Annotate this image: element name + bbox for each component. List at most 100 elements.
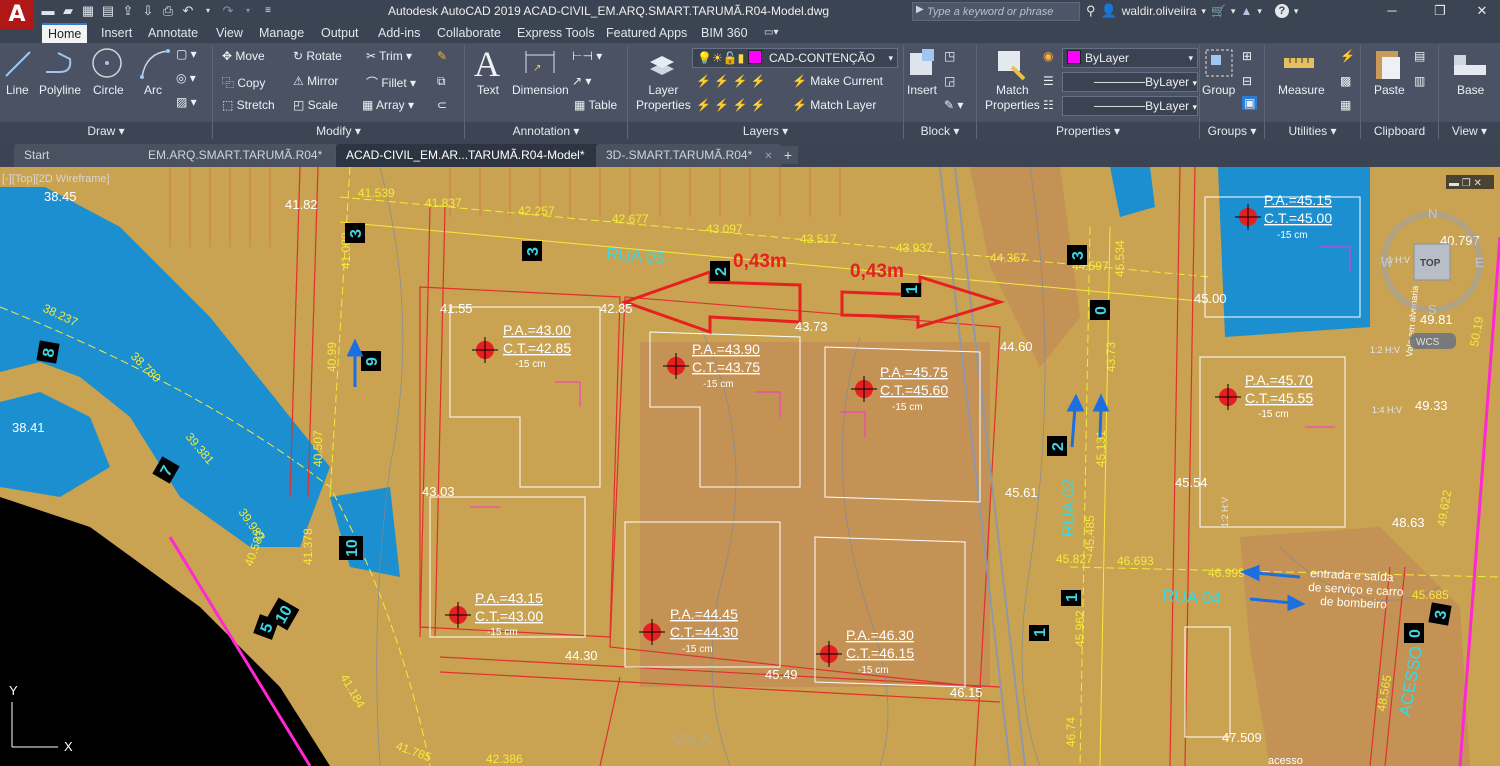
groups-panel-title[interactable]: Groups ▾ [1200, 122, 1264, 140]
rotate-button[interactable]: ↻ Rotate [293, 49, 342, 63]
doc-tab-acad-civil[interactable]: ACAD-CIVIL_EM.AR...TARUMÃ.R04-Model*✕ [336, 144, 605, 167]
gradient-icon[interactable]: ▨ ▾ [176, 95, 197, 109]
trim-button[interactable]: ✂ Trim ▾ [366, 49, 412, 63]
close-button[interactable]: ✕ [1460, 0, 1500, 23]
copy-clip-icon[interactable]: ▤ [1414, 49, 1425, 63]
tab-home[interactable]: Home [42, 23, 88, 43]
help-icon[interactable]: ? [1274, 4, 1289, 18]
base-view-icon[interactable] [1452, 53, 1488, 77]
line-icon[interactable] [3, 47, 33, 79]
quick-select-icon[interactable]: ⚡ [1340, 49, 1355, 63]
doc-tab-3d[interactable]: 3D-.SMART.TARUMÃ.R04* ✕ [596, 144, 781, 167]
utilities-panel-title[interactable]: Utilities ▾ [1265, 122, 1360, 140]
group-button[interactable]: Group [1202, 83, 1235, 97]
tab-add-ins[interactable]: Add-ins [378, 23, 420, 43]
help-dropdown-icon[interactable]: ▾ [1294, 6, 1299, 17]
search-box[interactable]: ▶ [912, 2, 1080, 21]
insert-block-icon[interactable] [906, 47, 938, 79]
wcs-menu[interactable]: WCS [1416, 337, 1440, 348]
properties-panel-title[interactable]: Properties ▾ [977, 122, 1199, 140]
edit-block-icon[interactable]: ◲ [944, 74, 955, 88]
tab-view[interactable]: View [216, 23, 243, 43]
dimension-button[interactable]: Dimension [512, 83, 569, 97]
lineweight-dropdown[interactable]: ──────ByLayer ▾ [1062, 96, 1198, 116]
layer-properties-icon[interactable] [646, 49, 678, 79]
line-button[interactable]: Line [6, 83, 29, 97]
ungroup-icon[interactable]: ⊞ [1242, 49, 1252, 63]
match-properties-button[interactable]: Match Properties [985, 83, 1040, 113]
explode-icon[interactable]: ⧉ [437, 74, 446, 89]
tab-featured-apps[interactable]: Featured Apps [606, 23, 687, 43]
measure-button[interactable]: Measure [1278, 83, 1325, 97]
a360-icon[interactable]: ▲ [1240, 4, 1252, 18]
tab-output[interactable]: Output [321, 23, 359, 43]
viewport-restore-icon[interactable]: ▬ ❐ ✕ [1449, 178, 1482, 189]
viewcube-west[interactable]: W [1381, 255, 1394, 270]
layer-tools-row2[interactable]: ⚡ ⚡ ⚡ ⚡ [696, 98, 766, 112]
stretch-button[interactable]: ⬚ Stretch [222, 98, 275, 112]
scale-button[interactable]: ◰ Scale [293, 98, 338, 112]
viewport-controls-label[interactable]: [-][Top][2D Wireframe] [2, 173, 110, 185]
binoculars-icon[interactable]: ⚲ [1086, 3, 1096, 19]
arc-icon[interactable] [138, 47, 172, 81]
cart-dropdown-icon[interactable]: ▾ [1231, 6, 1236, 17]
doc-tab-start[interactable]: Start [14, 144, 146, 167]
undo-dropdown-icon[interactable]: ▾ [200, 3, 216, 19]
viewcube-north[interactable]: N [1428, 206, 1437, 221]
insert-button[interactable]: Insert [907, 83, 937, 97]
move-button[interactable]: ✥ Move [222, 49, 265, 63]
open-web-icon[interactable]: ⇪ [120, 3, 136, 19]
tab-collaborate[interactable]: Collaborate [437, 23, 501, 43]
select-all-icon[interactable]: ▩ [1340, 74, 1351, 88]
copy-button[interactable]: ⿻ Copy [222, 74, 265, 91]
cut-icon[interactable]: ▥ [1414, 74, 1425, 88]
tab-express-tools[interactable]: Express Tools [517, 23, 595, 43]
annotation-panel-title[interactable]: Annotation ▾ [465, 122, 627, 140]
arc-button[interactable]: Arc [144, 83, 162, 97]
save-web-icon[interactable]: ⇩ [140, 3, 156, 19]
open-icon[interactable]: ▰ [60, 3, 76, 19]
color-wheel-icon[interactable]: ◉ [1043, 49, 1053, 63]
draw-panel-title[interactable]: Draw ▾ [0, 122, 212, 140]
dimension-icon[interactable]: ↗ [522, 47, 558, 77]
user-dropdown-icon[interactable]: ▾ [1201, 6, 1206, 17]
mirror-button[interactable]: ⚠ Mirror [293, 74, 338, 88]
viewcube-east[interactable]: E [1475, 255, 1484, 270]
search-input[interactable] [927, 3, 1075, 20]
tab-manage[interactable]: Manage [259, 23, 304, 43]
match-properties-icon[interactable] [994, 47, 1028, 81]
tab-insert[interactable]: Insert [101, 23, 132, 43]
user-icon[interactable]: 👤 [1101, 3, 1117, 19]
text-button[interactable]: Text [477, 83, 499, 97]
close-tab-icon[interactable]: ✕ [764, 151, 772, 162]
maximize-button[interactable]: ❐ [1418, 0, 1462, 23]
plot-icon[interactable]: ⎙ [160, 3, 176, 19]
hatch-icon[interactable]: ◎ ▾ [176, 71, 196, 85]
model-space[interactable]: 0,43m 0,43m RUA 05 RUA 02 RUA 04 ACESSO … [0, 167, 1500, 766]
offset-icon[interactable]: ⊂ [437, 98, 447, 112]
erase-icon[interactable]: ✎ [437, 49, 447, 63]
paste-icon[interactable] [1372, 47, 1404, 81]
drawing-canvas[interactable]: 0,43m 0,43m RUA 05 RUA 02 RUA 04 ACESSO … [0, 167, 1500, 766]
layers-panel-title[interactable]: Layers ▾ [628, 122, 903, 140]
linear-dim-icon[interactable]: ⊢⊣ ▾ [572, 49, 602, 63]
measure-icon[interactable] [1282, 53, 1316, 73]
fillet-button[interactable]: ⌒ Fillet ▾ [366, 74, 416, 91]
undo-icon[interactable]: ↶ [180, 3, 196, 19]
viewcube-top[interactable]: TOP [1420, 258, 1441, 269]
block-attributes-icon[interactable]: ✎ ▾ [944, 98, 963, 112]
text-icon[interactable]: A [474, 43, 500, 85]
save-as-icon[interactable]: ▤ [100, 3, 116, 19]
doc-tab-em-arq[interactable]: EM.ARQ.SMART.TARUMÃ.R04*✕ [138, 144, 343, 167]
cart-icon[interactable]: 🛒 [1211, 4, 1226, 18]
base-button[interactable]: Base [1457, 83, 1484, 97]
block-panel-title[interactable]: Block ▾ [904, 122, 976, 140]
application-menu-button[interactable]: A [0, 0, 34, 30]
polyline-button[interactable]: Polyline [39, 83, 81, 97]
redo-icon[interactable]: ↷ [220, 3, 236, 19]
layer-dropdown[interactable]: 💡☀🔓▮ CAD-CONTENÇÃO ▾ [692, 48, 898, 68]
layer-tools-row1[interactable]: ⚡ ⚡ ⚡ ⚡ [696, 74, 766, 88]
array-button[interactable]: ▦ Array ▾ [362, 98, 414, 112]
group-edit-icon[interactable]: ⊟ [1242, 74, 1252, 88]
tab-annotate[interactable]: Annotate [148, 23, 198, 43]
